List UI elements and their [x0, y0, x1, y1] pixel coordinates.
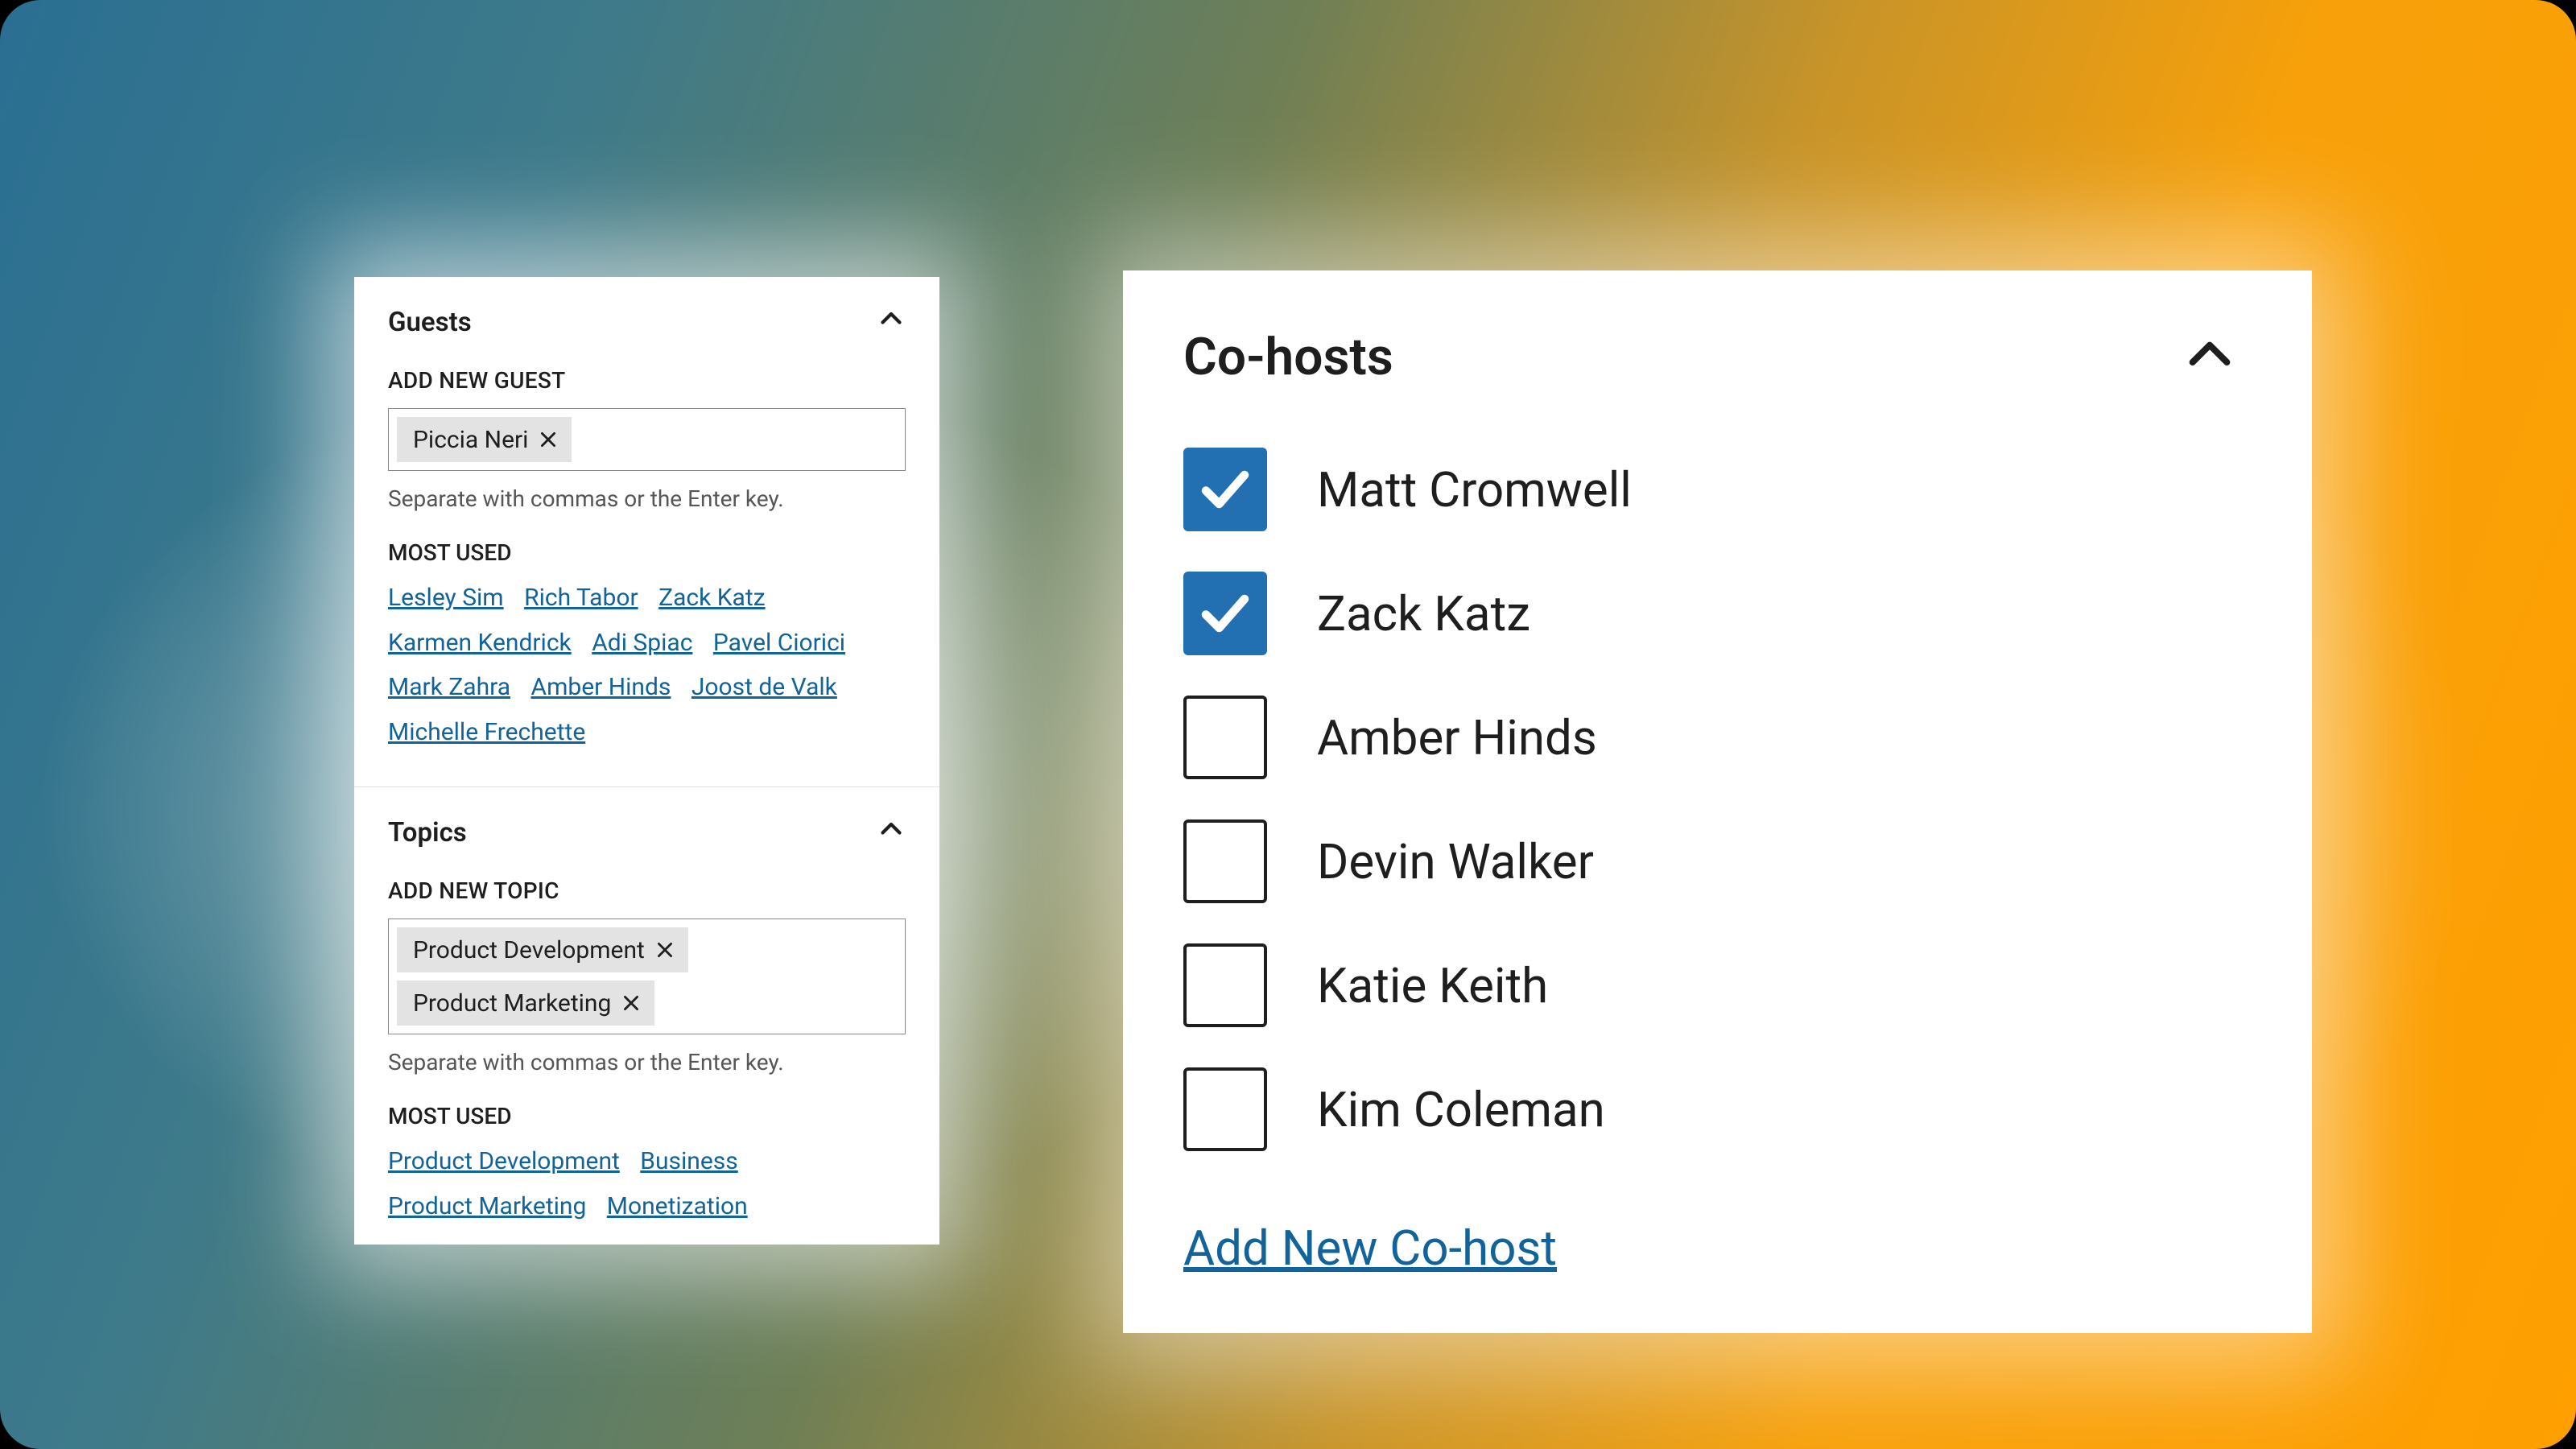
cohosts-panel: Co-hosts Matt Cromwell Zack Katz Amber Hin… [1123, 270, 2312, 1333]
guests-most-used-label: MOST USED [354, 539, 939, 576]
add-new-guest-label: ADD NEW GUEST [354, 367, 939, 408]
cohosts-title: Co-hosts [1183, 327, 1393, 387]
guest-most-used-link[interactable]: Zack Katz [658, 584, 765, 612]
topic-helper-text: Separate with commas or the Enter key. [354, 1049, 939, 1103]
guest-most-used-link[interactable]: Pavel Ciorici [713, 629, 845, 657]
topic-chip-label: Product Development [413, 936, 645, 964]
guest-chip: Piccia Neri [397, 417, 572, 462]
guest-most-used-link[interactable]: Amber Hinds [531, 673, 671, 701]
guest-most-used-link[interactable]: Karmen Kendrick [388, 629, 572, 657]
topics-title: Topics [388, 817, 467, 848]
close-icon[interactable] [653, 938, 677, 962]
guest-helper-text: Separate with commas or the Enter key. [354, 485, 939, 539]
guest-tag-input[interactable]: Piccia Neri [388, 408, 906, 471]
guest-most-used-link[interactable]: Mark Zahra [388, 673, 510, 701]
cohost-name: Matt Cromwell [1317, 461, 1632, 518]
guests-panel: Guests ADD NEW GUEST Piccia Neri Separat… [354, 277, 939, 787]
add-new-cohost-link[interactable]: Add New Co-host [1183, 1220, 1557, 1277]
topics-panel: Topics ADD NEW TOPIC Product Development… [354, 787, 939, 1245]
cohost-checkbox[interactable] [1183, 1067, 1267, 1151]
topic-chip: Product Marketing [397, 980, 654, 1026]
cohost-item[interactable]: Amber Hinds [1183, 675, 2252, 799]
cohost-name: Kim Coleman [1317, 1081, 1605, 1138]
topic-tag-input[interactable]: Product Development Product Marketing [388, 919, 906, 1034]
topic-most-used-link[interactable]: Product Development [388, 1147, 620, 1175]
cohost-checkbox[interactable] [1183, 819, 1267, 903]
topic-chip-label: Product Marketing [413, 989, 611, 1018]
cohost-checkbox[interactable] [1183, 572, 1267, 655]
close-icon[interactable] [619, 991, 643, 1015]
guest-most-used-link[interactable]: Rich Tabor [524, 584, 638, 612]
gradient-backdrop: Guests ADD NEW GUEST Piccia Neri Separat… [0, 0, 2576, 1449]
cohost-checkbox[interactable] [1183, 448, 1267, 531]
guests-most-used-list: Lesley Sim Rich Tabor Zack Katz Karmen K… [354, 576, 939, 754]
cohost-item[interactable]: Devin Walker [1183, 799, 2252, 923]
topics-most-used-label: MOST USED [354, 1103, 939, 1139]
taxonomy-sidebar: Guests ADD NEW GUEST Piccia Neri Separat… [354, 277, 939, 1245]
topic-most-used-link[interactable]: Product Marketing [388, 1192, 586, 1220]
guest-most-used-link[interactable]: Lesley Sim [388, 584, 504, 612]
chevron-up-icon [877, 815, 906, 850]
add-new-topic-label: ADD NEW TOPIC [354, 877, 939, 919]
cohost-name: Katie Keith [1317, 957, 1548, 1014]
guest-most-used-link[interactable]: Adi Spiac [592, 629, 692, 657]
cohost-checkbox[interactable] [1183, 696, 1267, 779]
chevron-up-icon [2184, 330, 2235, 385]
topic-most-used-link[interactable]: Business [640, 1147, 737, 1175]
guests-panel-header[interactable]: Guests [354, 277, 939, 367]
chevron-up-icon [877, 304, 906, 340]
cohosts-list: Matt Cromwell Zack Katz Amber Hinds Devin W… [1123, 427, 2312, 1171]
guest-most-used-link[interactable]: Joost de Valk [691, 673, 837, 701]
cohost-item[interactable]: Katie Keith [1183, 923, 2252, 1047]
cohost-name: Zack Katz [1317, 585, 1530, 642]
cohost-item[interactable]: Matt Cromwell [1183, 427, 2252, 551]
close-icon[interactable] [536, 427, 560, 452]
cohost-name: Amber Hinds [1317, 709, 1597, 766]
cohost-checkbox[interactable] [1183, 943, 1267, 1027]
cohosts-panel-header[interactable]: Co-hosts [1123, 270, 2312, 427]
guests-title: Guests [388, 307, 472, 338]
guest-most-used-link[interactable]: Michelle Frechette [388, 718, 585, 746]
cohost-item[interactable]: Zack Katz [1183, 551, 2252, 675]
topic-chip: Product Development [397, 927, 688, 972]
cohost-name: Devin Walker [1317, 833, 1594, 890]
topics-most-used-list: Product Development Business Product Mar… [354, 1139, 939, 1228]
guest-chip-label: Piccia Neri [413, 426, 528, 454]
cohost-item[interactable]: Kim Coleman [1183, 1047, 2252, 1171]
topics-panel-header[interactable]: Topics [354, 787, 939, 877]
topic-most-used-link[interactable]: Monetization [607, 1192, 748, 1220]
